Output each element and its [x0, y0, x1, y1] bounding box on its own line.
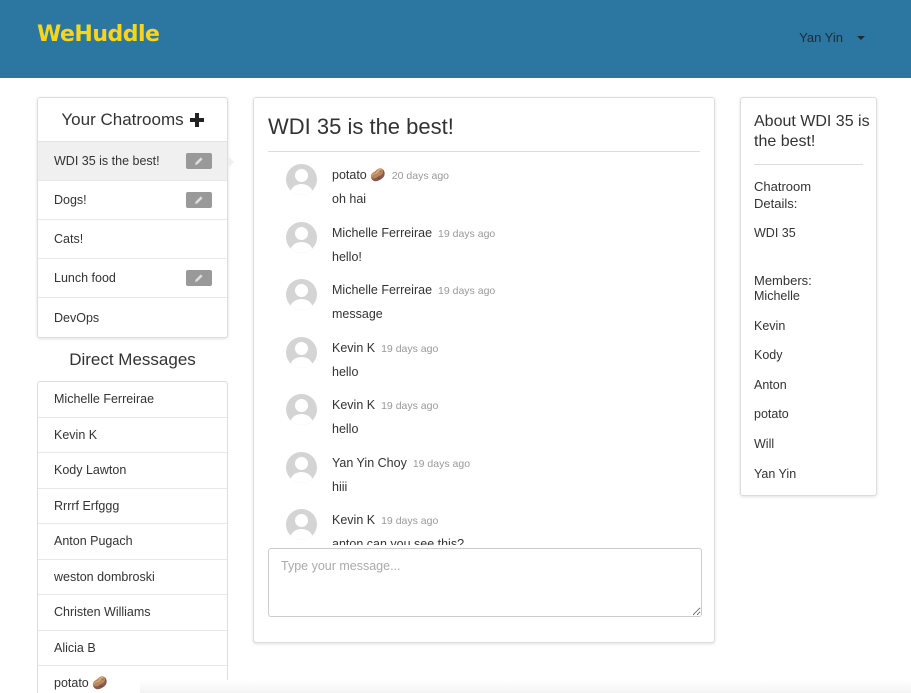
member-item: Kody: [754, 348, 783, 362]
message-item: Yan Yin Choy 19 days ago hiii: [268, 449, 700, 507]
avatar-icon[interactable]: [286, 164, 317, 195]
message-timestamp: 19 days ago: [438, 227, 496, 240]
message-header: Kevin K 19 days ago: [332, 513, 438, 527]
user-menu-dropdown[interactable]: Yan Yin: [799, 30, 865, 45]
chatroom-label: DevOps: [54, 310, 100, 325]
message-header: potato 🥔 20 days ago: [332, 168, 449, 183]
member-item: Michelle: [754, 289, 800, 303]
message-header: Kevin K 19 days ago: [332, 398, 438, 412]
message-item: Kevin K 19 days ago anton can you see this…: [268, 506, 700, 545]
message-timestamp: 19 days ago: [381, 400, 439, 412]
chatroom-list: WDI 35 is the best! Dogs! Cats! Lunch food D…: [38, 142, 234, 337]
message-author[interactable]: Kevin K: [332, 513, 375, 527]
direct-message-item[interactable]: Anton Pugach: [38, 524, 227, 560]
members-label: Members:: [754, 273, 812, 288]
direct-message-item[interactable]: Kody Lawton: [38, 453, 227, 489]
message-text: hello: [332, 422, 359, 436]
edit-chatroom-button[interactable]: [186, 153, 212, 169]
avatar-icon[interactable]: [286, 279, 317, 310]
chatroom-label: Cats!: [54, 232, 84, 246]
direct-message-item[interactable]: weston dombroski: [38, 560, 227, 595]
direct-message-item[interactable]: Kevin K: [38, 418, 227, 453]
chatroom-item[interactable]: Dogs!: [38, 181, 227, 220]
message-text: hello: [332, 364, 359, 379]
message-header: Yan Yin Choy 19 days ago: [332, 456, 470, 470]
direct-message-item[interactable]: Christen Williams: [38, 595, 227, 631]
message-header: Michelle Ferreirae 19 days ago: [332, 283, 495, 297]
user-name: Yan Yin: [799, 30, 843, 45]
add-chatroom-plus-icon[interactable]: [189, 112, 204, 127]
message-header: Michelle Ferreirae 19 days ago: [332, 226, 495, 240]
message-author[interactable]: potato 🥔: [332, 168, 386, 182]
message-timestamp: 19 days ago: [412, 457, 471, 470]
chatroom-item[interactable]: Cats!: [38, 220, 227, 259]
chatrooms-panel: Your Chatrooms WDI 35 is the best! Dogs! C…: [37, 97, 234, 338]
message-list[interactable]: potato 🥔 20 days ago oh hai Michelle Ferrei…: [268, 161, 700, 545]
direct-messages-list: Michelle Ferreirae Kevin K Kody Lawton Rrrr…: [37, 381, 228, 693]
message-item: Michelle Ferreirae 19 days ago message: [268, 276, 700, 334]
message-timestamp: 19 days ago: [438, 285, 496, 297]
pencil-icon: [195, 157, 203, 165]
message-item: Michelle Ferreirae 19 days ago hello!: [268, 219, 700, 277]
logo[interactable]: WeHuddle: [37, 22, 160, 47]
message-timestamp: 19 days ago: [381, 515, 439, 527]
member-item: Will: [754, 437, 775, 451]
pencil-icon: [195, 196, 203, 204]
edit-chatroom-button[interactable]: [186, 192, 212, 208]
message-author[interactable]: Kevin K: [332, 398, 375, 412]
pencil-icon: [195, 274, 203, 282]
message-author[interactable]: Kevin K: [332, 341, 375, 355]
message-text: hello!: [332, 249, 362, 264]
avatar-icon[interactable]: [286, 336, 317, 368]
chatrooms-title: Your Chatrooms: [61, 109, 184, 129]
avatar-icon[interactable]: [286, 509, 317, 540]
message-header: Kevin K 19 days ago: [332, 341, 438, 355]
direct-messages-title: Direct Messages: [69, 349, 196, 369]
about-title: About WDI 35 is the best!: [754, 113, 870, 150]
chat-panel: WDI 35 is the best! potato 🥔 20 days ago o…: [253, 97, 715, 643]
chatroom-label: WDI 35 is the best!: [54, 154, 160, 168]
message-timestamp: 19 days ago: [381, 342, 439, 355]
message-text: oh hai: [332, 192, 367, 206]
page-bottom-shadow: [140, 680, 911, 693]
avatar-icon[interactable]: [286, 451, 317, 483]
message-text: anton can you see this?: [332, 537, 465, 545]
message-text: message: [332, 307, 383, 321]
direct-message-item[interactable]: Michelle Ferreirae: [38, 382, 227, 418]
message-text: hiii: [332, 479, 348, 494]
divider: [268, 151, 700, 152]
chatrooms-header: Your Chatrooms: [38, 98, 227, 142]
chatroom-details-value: WDI 35: [754, 226, 796, 240]
avatar-icon[interactable]: [286, 394, 317, 425]
chat-title: WDI 35 is the best!: [268, 114, 454, 139]
chatroom-label: Lunch food: [54, 271, 116, 285]
navbar: WeHuddle Yan Yin: [0, 0, 911, 78]
message-item: potato 🥔 20 days ago oh hai: [268, 161, 700, 219]
message-author[interactable]: Michelle Ferreirae: [332, 226, 432, 240]
member-item: potato: [754, 407, 789, 421]
message-item: Kevin K 19 days ago hello: [268, 391, 700, 449]
chatroom-label: Dogs!: [54, 193, 87, 207]
member-item: Anton: [754, 378, 787, 392]
edit-chatroom-button[interactable]: [186, 270, 212, 286]
direct-message-item[interactable]: Rrrrf Erfggg: [38, 489, 227, 524]
member-item: Kevin: [754, 319, 786, 333]
sidebar: Your Chatrooms WDI 35 is the best! Dogs! C…: [37, 97, 234, 693]
chatroom-item[interactable]: Lunch food: [38, 259, 227, 298]
about-panel: About WDI 35 is the best! Chatroom Detai…: [740, 97, 877, 496]
message-item: Kevin K 19 days ago hello: [268, 334, 700, 392]
avatar-icon[interactable]: [286, 221, 317, 253]
message-author[interactable]: Yan Yin Choy: [332, 456, 407, 470]
chatroom-item[interactable]: WDI 35 is the best!: [38, 142, 234, 181]
divider: [754, 164, 863, 165]
message-author[interactable]: Michelle Ferreirae: [332, 283, 432, 297]
message-timestamp: 20 days ago: [391, 170, 450, 182]
direct-message-item[interactable]: Alicia B: [38, 631, 227, 666]
caret-down-icon: [857, 35, 865, 40]
message-input[interactable]: [268, 548, 702, 617]
member-item: Yan Yin: [754, 467, 797, 481]
chatroom-item[interactable]: DevOps: [38, 298, 227, 337]
chatroom-details-label: Chatroom Details:: [754, 179, 812, 211]
